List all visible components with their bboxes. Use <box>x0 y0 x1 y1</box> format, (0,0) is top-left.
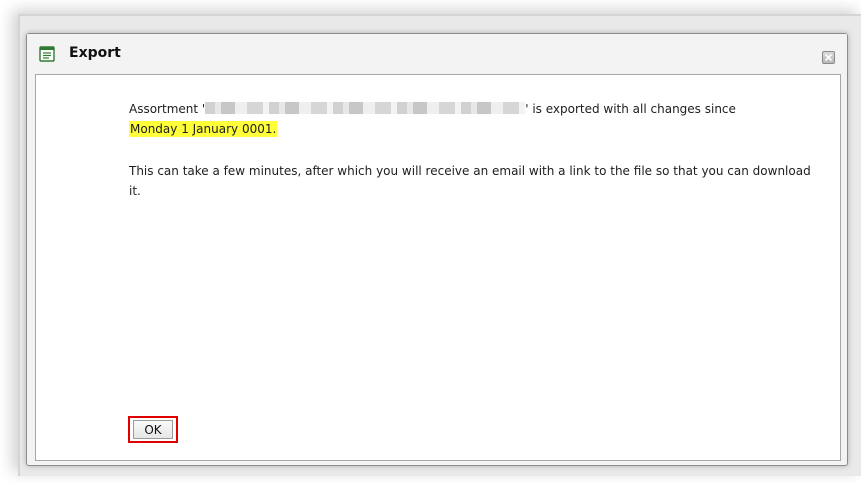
redacted-assortment-name <box>205 102 526 114</box>
ok-button[interactable]: OK <box>133 420 173 439</box>
dialog-content: Assortment ' ' is exported with all chang… <box>35 74 841 461</box>
dialog-title: Export <box>69 45 121 61</box>
message-paragraph-2: This can take a few minutes, after which… <box>129 164 811 198</box>
message-suffix: ' is exported with all changes since <box>525 102 736 116</box>
message-paragraph-1: Assortment ' ' is exported with all chang… <box>129 99 819 139</box>
highlighted-date: Monday 1 January 0001. <box>129 121 278 137</box>
close-button[interactable] <box>822 51 835 64</box>
message-prefix: Assortment ' <box>129 102 206 116</box>
export-dialog: Export Assortment ' ' is exported with al… <box>26 33 848 466</box>
export-message: Assortment ' ' is exported with all chang… <box>129 99 819 201</box>
document-list-icon <box>39 46 55 62</box>
ok-button-highlight: OK <box>128 416 178 443</box>
close-icon <box>825 54 832 61</box>
dialog-titlebar[interactable]: Export <box>27 34 847 74</box>
